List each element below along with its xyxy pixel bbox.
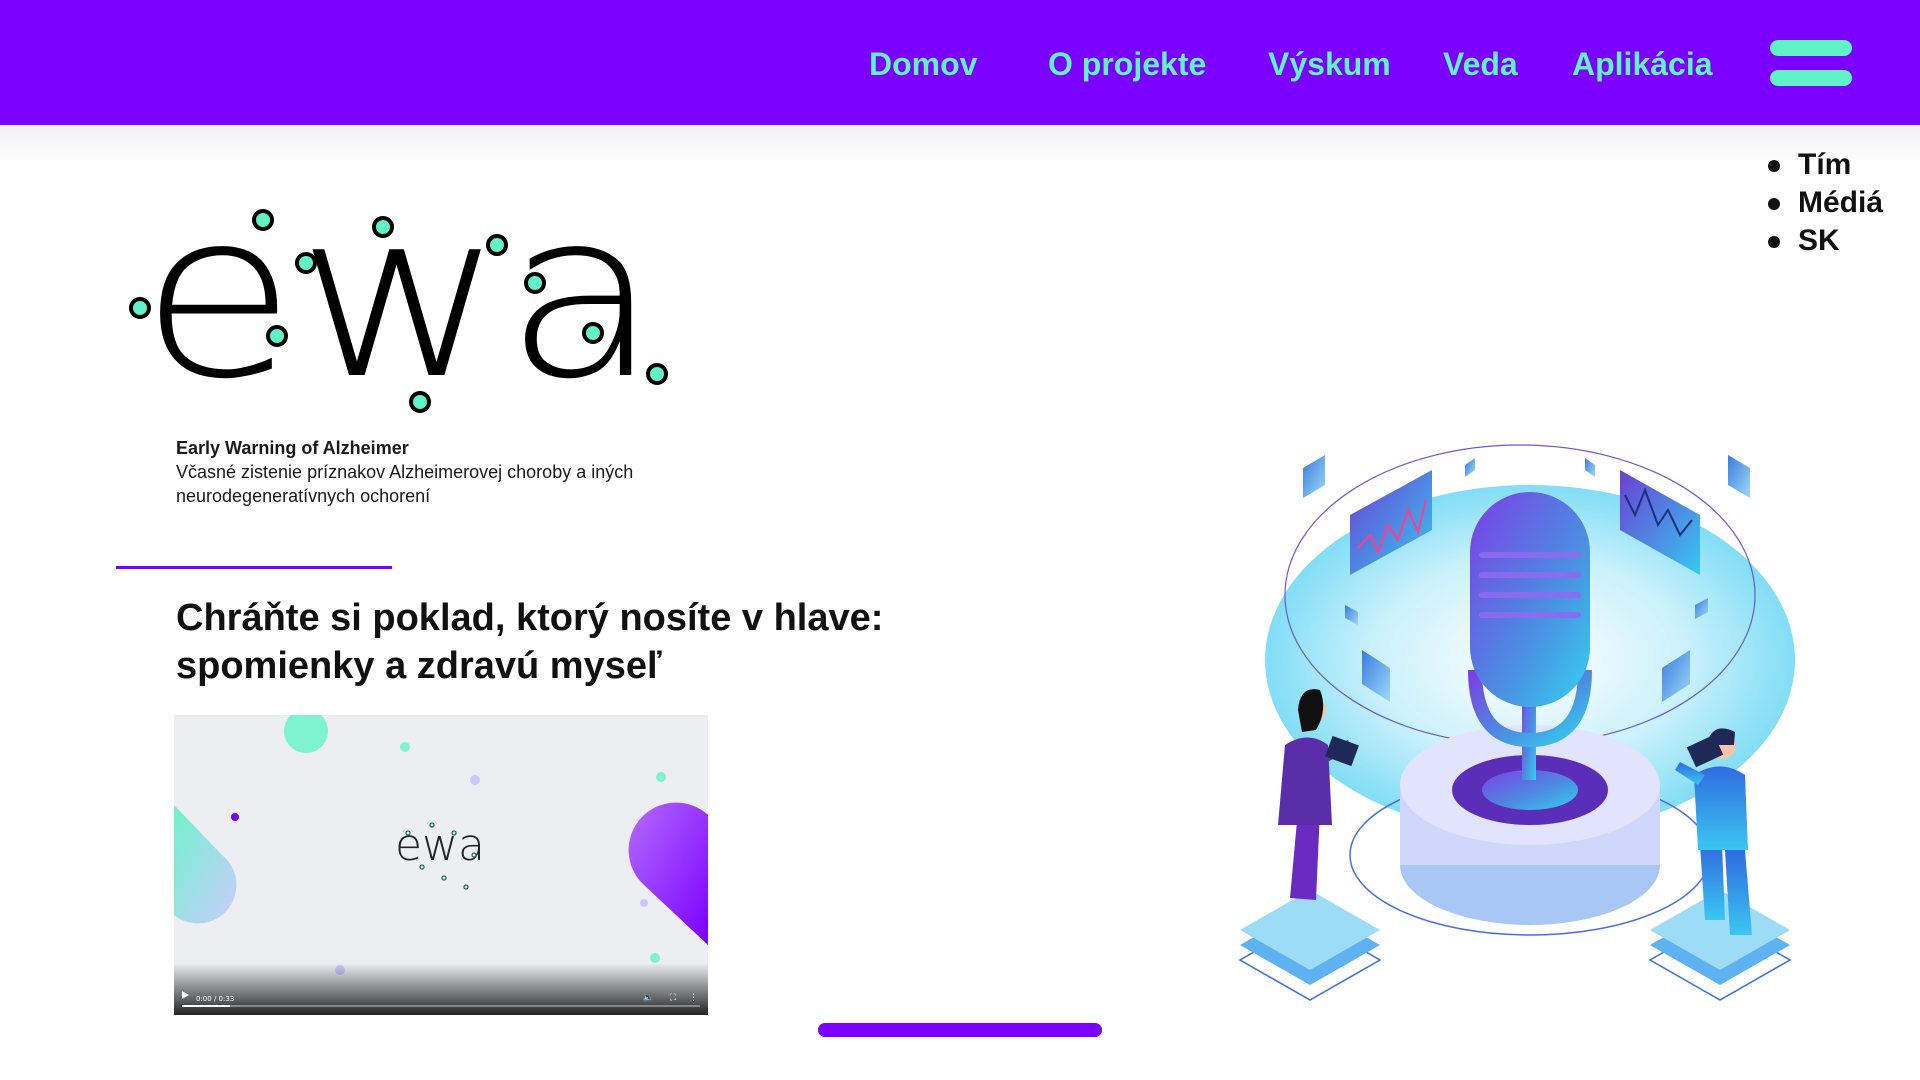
submenu-list: Tím Médiá SK — [1768, 146, 1883, 260]
submenu-item-language[interactable]: SK — [1768, 222, 1883, 260]
video-progress-fill — [182, 1005, 230, 1007]
nav-link-vyskum[interactable]: Výskum — [1268, 44, 1391, 84]
site-header: Domov O projekte Výskum Veda Aplikácia — [0, 0, 1920, 125]
ewa-logo: ewa — [120, 163, 680, 430]
more-options-icon[interactable]: ⋮ — [689, 993, 698, 1003]
nav-link-veda[interactable]: Veda — [1443, 44, 1518, 84]
nav-link-aplikacia[interactable]: Aplikácia — [1572, 44, 1713, 84]
nav-link-o-projekte[interactable]: O projekte — [1048, 44, 1206, 84]
tagline-title: Early Warning of Alzheimer — [176, 438, 409, 458]
divider — [116, 566, 392, 569]
main-nav: Domov O projekte Výskum Veda Aplikácia — [0, 44, 1920, 84]
video-time: 0:00 / 0:33 — [196, 995, 235, 1003]
svg-text:ewa: ewa — [395, 820, 485, 871]
submenu-item-media[interactable]: Médiá — [1768, 184, 1883, 222]
submenu-item-tim[interactable]: Tím — [1768, 146, 1883, 184]
slider-indicator[interactable] — [818, 1023, 1102, 1037]
hamburger-icon[interactable] — [1770, 40, 1852, 88]
video-controls: 0:00 / 0:33 🔈 ⛶ ⋮ — [174, 963, 708, 1015]
microphone-illustration — [1220, 440, 1840, 1020]
fullscreen-icon[interactable]: ⛶ — [670, 993, 676, 1003]
tagline-subtitle: Včasné zistenie príznakov Alzheimerovej … — [176, 462, 634, 506]
volume-icon[interactable]: 🔈 — [643, 993, 654, 1003]
tagline: Early Warning of Alzheimer Včasné zisten… — [176, 436, 736, 508]
page-headline: Chráňte si poklad, ktorý nosíte v hlave:… — [176, 597, 884, 687]
header-shadow — [0, 125, 1920, 165]
nav-link-domov[interactable]: Domov — [869, 44, 977, 84]
svg-text:ewa: ewa — [140, 200, 660, 420]
intro-video[interactable]: ewa 0:00 / 0:33 🔈 ⛶ ⋮ — [174, 715, 708, 1015]
video-progress-bar[interactable] — [182, 1005, 700, 1007]
play-icon[interactable] — [182, 991, 189, 999]
